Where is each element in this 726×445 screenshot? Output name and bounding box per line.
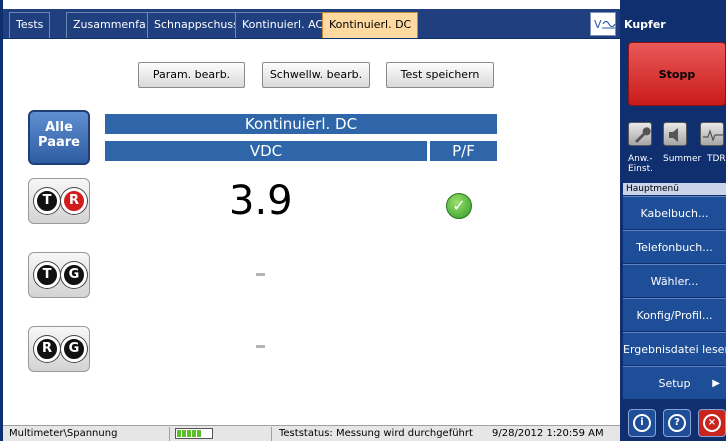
all-pairs-label-1: Alle <box>45 120 73 135</box>
test-status: Teststatus: Messung wird durchgeführt <box>279 428 473 439</box>
settings-label: Anw.- Einst. <box>628 154 653 174</box>
menu-item-ergebnisdatei[interactable]: Ergebnisdatei lesen <box>623 332 726 365</box>
ground-icon: G <box>61 262 87 288</box>
status-bar: Multimeter\Spannung Teststatus: Messung … <box>3 425 620 441</box>
divider <box>169 427 170 441</box>
tdr-icon[interactable] <box>700 122 724 146</box>
tip-icon: T <box>34 262 60 288</box>
ring-icon: R <box>61 188 87 214</box>
info-icon: i <box>633 414 651 432</box>
check-icon: ✓ <box>446 193 472 219</box>
svg-text:V: V <box>594 18 602 31</box>
menu-item-konfig-profil[interactable]: Konfig/Profil... <box>623 298 726 331</box>
close-icon: × <box>703 414 721 432</box>
value-ring-ground <box>256 345 265 348</box>
ground-icon: G <box>61 336 87 362</box>
setup-label: Setup <box>658 377 691 390</box>
tab-zusammenfassung[interactable]: Zusammenfa. <box>66 12 157 38</box>
speaker-icon[interactable] <box>663 122 687 146</box>
tab-schnappschuss[interactable]: Schnappschuss <box>147 12 246 38</box>
battery-icon <box>175 428 213 439</box>
chevron-right-icon: ▶ <box>712 378 720 389</box>
help-icon: ? <box>668 414 686 432</box>
all-pairs-button[interactable]: Alle Paare <box>28 110 90 165</box>
status-mode: Multimeter\Spannung <box>9 428 118 439</box>
tab-kontinuierl-ac[interactable]: Kontinuierl. AC <box>235 12 331 38</box>
pair-button-tip-ground[interactable]: T G <box>28 252 90 298</box>
column-header-vdc: VDC <box>105 141 427 161</box>
viavi-logo-icon: V <box>590 12 616 36</box>
close-button[interactable]: × <box>698 409 726 437</box>
sidebar-title: Kupfer <box>624 18 666 31</box>
tip-icon: T <box>34 188 60 214</box>
main-menu-header: Hauptmenü <box>623 183 726 195</box>
threshold-edit-button[interactable]: Schwellw. bearb. <box>262 62 370 88</box>
menu-item-waehler[interactable]: Wähler... <box>623 264 726 297</box>
column-header-pf: P/F <box>430 141 497 161</box>
menu-item-setup[interactable]: Setup ▶ <box>623 366 726 399</box>
app-window: Tests Zusammenfa. Schnappschuss Kontinui… <box>0 0 726 441</box>
menu-item-telefonbuch[interactable]: Telefonbuch... <box>623 230 726 263</box>
tab-kontinuierl-dc[interactable]: Kontinuierl. DC <box>322 12 419 38</box>
tdr-label: TDR <box>707 154 726 164</box>
tab-bar: Tests Zusammenfa. Schnappschuss Kontinui… <box>3 9 620 39</box>
help-button[interactable]: ? <box>663 409 691 437</box>
all-pairs-label-2: Paare <box>38 135 80 150</box>
save-test-button[interactable]: Test speichern <box>386 62 494 88</box>
sidebar: Kupfer Stopp Anw.- Einst. Summer TDR Haup… <box>620 0 726 441</box>
ring-icon: R <box>34 336 60 362</box>
info-button[interactable]: i <box>628 409 656 437</box>
value-tip-ring: 3.9 <box>229 178 293 224</box>
param-edit-button[interactable]: Param. bearb. <box>138 62 245 88</box>
pair-button-tip-ring[interactable]: T R <box>28 178 90 224</box>
status-datetime: 9/28/2012 1:20:59 AM <box>492 428 604 439</box>
divider <box>271 427 272 441</box>
stop-button[interactable]: Stopp <box>628 42 726 106</box>
tab-tests[interactable]: Tests <box>9 12 51 38</box>
menu-item-kabelbuch[interactable]: Kabelbuch... <box>623 196 726 229</box>
main-pane: Tests Zusammenfa. Schnappschuss Kontinui… <box>0 0 620 441</box>
pair-button-ring-ground[interactable]: R G <box>28 326 90 372</box>
measurement-title: Kontinuierl. DC <box>105 114 497 134</box>
summer-label: Summer <box>663 154 702 164</box>
wrench-icon[interactable] <box>628 122 652 146</box>
value-tip-ground <box>256 273 265 276</box>
